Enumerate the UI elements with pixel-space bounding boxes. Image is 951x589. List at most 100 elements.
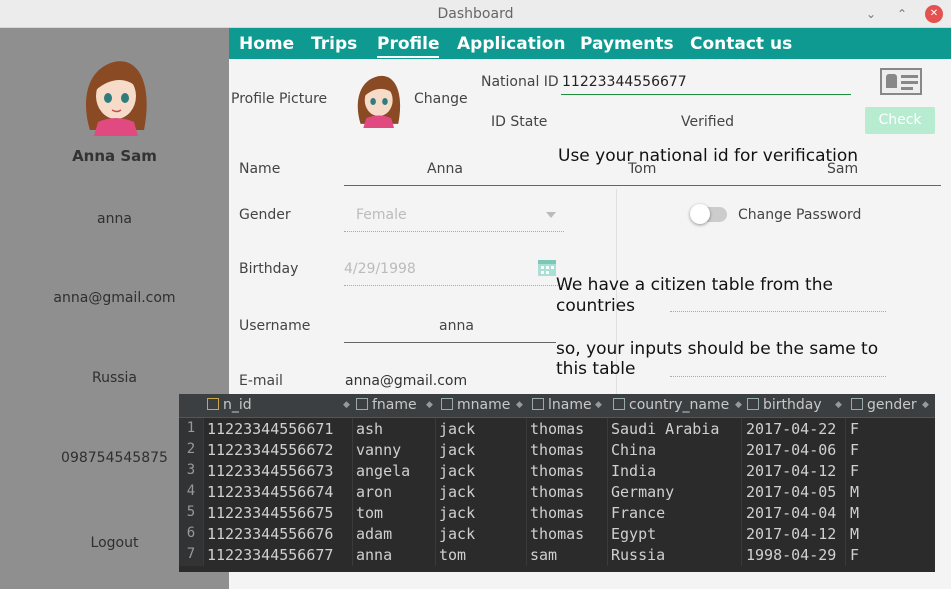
table-cell[interactable]: F — [850, 546, 859, 564]
table-cell[interactable]: jack — [439, 462, 475, 480]
table-cell[interactable]: thomas — [530, 462, 584, 480]
check-button[interactable]: Check — [865, 107, 935, 134]
table-cell[interactable]: ash — [356, 420, 383, 438]
first-name-input[interactable]: Anna — [427, 161, 463, 177]
table-cell[interactable]: thomas — [530, 504, 584, 522]
table-cell[interactable]: jack — [439, 504, 475, 522]
row-number: 3 — [186, 462, 196, 478]
table-cell[interactable]: jack — [439, 441, 475, 459]
profile-picture[interactable] — [348, 68, 408, 128]
column-header-fname[interactable]: fname ◆ — [356, 397, 433, 413]
same-caption-1: so, your inputs should be the same to — [556, 339, 879, 359]
password-underline-2 — [670, 376, 886, 377]
table-cell[interactable]: M — [850, 483, 859, 501]
middle-name-input[interactable]: Tom — [628, 161, 656, 177]
table-cell[interactable]: thomas — [530, 420, 584, 438]
nav-profile[interactable]: Profile — [377, 34, 440, 58]
national-id-input[interactable]: 11223344556677 — [562, 74, 687, 90]
table-cell[interactable]: 11223344556671 — [207, 420, 333, 438]
table-cell[interactable]: F — [850, 420, 859, 438]
top-nav: Home Trips Profile Application Payments … — [229, 28, 951, 59]
table-cell[interactable]: India — [611, 462, 656, 480]
table-cell[interactable]: 11223344556673 — [207, 462, 333, 480]
table-header: n_id ◆ fname ◆ mname ◆ lname ◆ country_name ◆… — [179, 394, 935, 418]
national-id-label: National ID — [481, 74, 559, 90]
table-cell[interactable]: 2017-04-05 — [746, 483, 836, 501]
gender-select[interactable]: Female — [356, 207, 407, 223]
restore-button[interactable]: ⌃ — [893, 5, 911, 23]
birthday-label: Birthday — [239, 261, 299, 277]
table-cell[interactable]: 11223344556675 — [207, 504, 333, 522]
gender-underline — [344, 231, 564, 232]
table-cell[interactable]: 2017-04-04 — [746, 504, 836, 522]
table-cell[interactable]: 2017-04-06 — [746, 441, 836, 459]
column-header-country-name[interactable]: country_name ◆ — [613, 397, 742, 413]
table-cell[interactable]: thomas — [530, 483, 584, 501]
table-cell[interactable]: tom — [356, 504, 383, 522]
table-cell[interactable]: jack — [439, 420, 475, 438]
table-cell[interactable]: Saudi Arabia — [611, 420, 719, 438]
column-header-gender[interactable]: gender ◆ — [851, 397, 929, 413]
row-number: 6 — [186, 525, 196, 541]
column-header-lname[interactable]: lname ◆ — [532, 397, 602, 413]
change-picture-link[interactable]: Change — [414, 91, 468, 107]
change-password-toggle[interactable] — [690, 204, 727, 224]
table-cell[interactable]: F — [850, 462, 859, 480]
table-cell[interactable]: aron — [356, 483, 392, 501]
nav-trips[interactable]: Trips — [311, 34, 357, 54]
grid-line — [352, 418, 353, 566]
table-cell[interactable]: France — [611, 504, 665, 522]
name-label: Name — [239, 161, 281, 177]
column-header-birthday[interactable]: birthday ◆ — [747, 397, 842, 413]
email-input[interactable]: anna@gmail.com — [345, 373, 467, 389]
table-cell[interactable]: M — [850, 525, 859, 543]
calendar-icon[interactable] — [537, 257, 557, 277]
nav-application[interactable]: Application — [457, 34, 565, 54]
table-cell[interactable]: 11223344556672 — [207, 441, 333, 459]
nav-home[interactable]: Home — [239, 34, 294, 54]
username-input[interactable]: anna — [439, 318, 474, 334]
citizen-table: n_id ◆ fname ◆ mname ◆ lname ◆ country_name ◆… — [179, 394, 935, 572]
table-cell[interactable]: tom — [439, 546, 466, 564]
table-cell[interactable]: Egypt — [611, 525, 656, 543]
profile-picture-label: Profile Picture — [231, 91, 328, 107]
birthday-underline — [344, 285, 564, 286]
table-cell[interactable]: sam — [530, 546, 557, 564]
table-cell[interactable]: 1998-04-29 — [746, 546, 836, 564]
column-header-mname[interactable]: mname ◆ — [441, 397, 523, 413]
table-cell[interactable]: adam — [356, 525, 392, 543]
table-cell[interactable]: Germany — [611, 483, 674, 501]
table-cell[interactable]: 11223344556677 — [207, 546, 333, 564]
table-cell[interactable]: anna — [356, 546, 392, 564]
table-cell[interactable]: jack — [439, 525, 475, 543]
nav-contact-us[interactable]: Contact us — [690, 34, 792, 54]
table-cell[interactable]: 11223344556676 — [207, 525, 333, 543]
chevron-down-icon[interactable] — [546, 211, 556, 219]
column-header-n-id[interactable]: n_id ◆ — [207, 397, 350, 413]
user-avatar — [85, 61, 147, 136]
table-cell[interactable]: thomas — [530, 441, 584, 459]
birthday-input[interactable]: 4/29/1998 — [344, 261, 416, 277]
table-cell[interactable]: angela — [356, 462, 410, 480]
nav-payments[interactable]: Payments — [580, 34, 674, 54]
table-cell[interactable]: 2017-04-12 — [746, 525, 836, 543]
close-button[interactable]: ✕ — [925, 5, 943, 23]
table-cell[interactable]: 2017-04-12 — [746, 462, 836, 480]
table-cell[interactable]: China — [611, 441, 656, 459]
window-titlebar: Dashboard ⌄ ⌃ ✕ — [0, 0, 951, 28]
grid-line — [845, 418, 846, 566]
minimize-button[interactable]: ⌄ — [862, 5, 880, 23]
table-cell[interactable]: jack — [439, 483, 475, 501]
table-cell[interactable]: 11223344556674 — [207, 483, 333, 501]
table-cell[interactable]: 2017-04-22 — [746, 420, 836, 438]
table-cell[interactable]: vanny — [356, 441, 401, 459]
table-cell[interactable]: M — [850, 504, 859, 522]
grid-line — [203, 418, 204, 566]
name-underline — [344, 185, 941, 186]
last-name-input[interactable]: Sam — [827, 161, 858, 177]
grid-line — [526, 418, 527, 566]
table-cell[interactable]: Russia — [611, 546, 665, 564]
password-underline-1 — [670, 311, 886, 312]
table-cell[interactable]: F — [850, 441, 859, 459]
table-cell[interactable]: thomas — [530, 525, 584, 543]
